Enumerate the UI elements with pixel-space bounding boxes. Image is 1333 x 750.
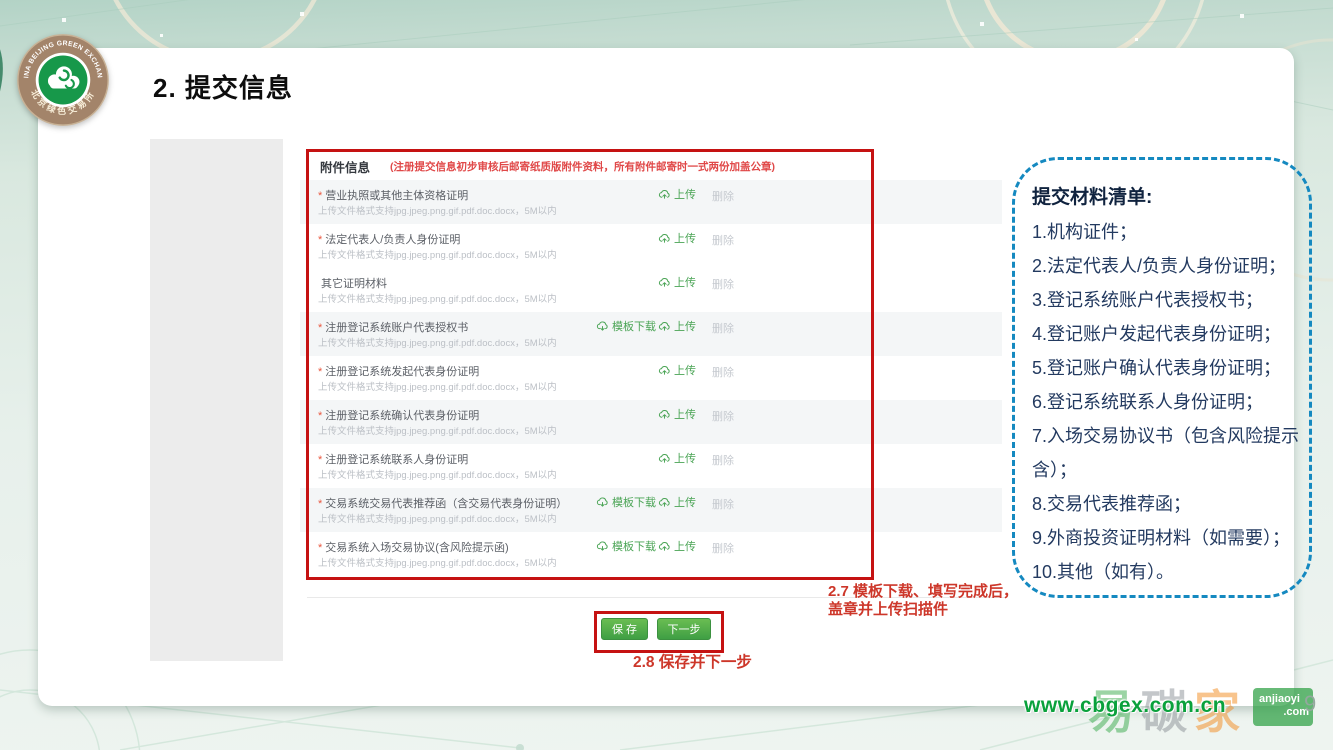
cloud-upload-icon xyxy=(658,188,671,201)
materials-checklist: 提交材料清单: 1.机构证件；2.法定代表人/负责人身份证明；3.登记系统账户代… xyxy=(1012,157,1312,598)
checklist-items: 1.机构证件；2.法定代表人/负责人身份证明；3.登记系统账户代表授权书；4.登… xyxy=(1032,215,1299,589)
delete-button[interactable]: 删除 xyxy=(712,540,734,556)
upload-format-hint: 上传文件格式支持jpg.jpeg.png.gif.pdf.doc.docx，5M… xyxy=(318,335,557,349)
upload-button[interactable]: 上传 xyxy=(658,538,696,554)
attachment-row: *营业执照或其他主体资格证明 上传文件格式支持jpg.jpeg.png.gif.… xyxy=(300,180,1002,224)
attachment-section-note: (注册提交信息初步审核后邮寄纸质版附件资料，所有附件邮寄时一式两份加盖公章) xyxy=(390,159,775,174)
required-asterisk: * xyxy=(318,234,322,246)
required-asterisk: * xyxy=(318,190,322,202)
attachment-row: *注册登记系统发起代表身份证明 上传文件格式支持jpg.jpeg.png.gif… xyxy=(300,356,1002,400)
watermark-text-2: .com xyxy=(1259,706,1309,719)
cloud-download-icon xyxy=(596,320,609,333)
cloud-upload-icon xyxy=(658,320,671,333)
attachment-label: 法定代表人/负责人身份证明 xyxy=(325,234,460,246)
upload-button[interactable]: 上传 xyxy=(658,362,696,378)
cloud-download-icon xyxy=(596,496,609,509)
attachment-label: 交易系统交易代表推荐函（含交易代表身份证明） xyxy=(325,498,567,510)
cloud-upload-icon xyxy=(658,276,671,289)
delete-button[interactable]: 删除 xyxy=(712,320,734,336)
upload-format-hint: 上传文件格式支持jpg.jpeg.png.gif.pdf.doc.docx，5M… xyxy=(318,467,557,481)
upload-format-hint: 上传文件格式支持jpg.jpeg.png.gif.pdf.doc.docx，5M… xyxy=(318,247,557,261)
upload-format-hint: 上传文件格式支持jpg.jpeg.png.gif.pdf.doc.docx，5M… xyxy=(318,203,557,217)
required-asterisk: * xyxy=(318,410,322,422)
attachment-label: 其它证明材料 xyxy=(321,278,387,290)
checklist-item: 2.法定代表人/负责人身份证明； xyxy=(1032,249,1299,283)
screenshot-left-panel xyxy=(150,139,283,661)
cloud-upload-icon xyxy=(658,452,671,465)
upload-button[interactable]: 上传 xyxy=(658,230,696,246)
cloud-upload-icon xyxy=(658,496,671,509)
upload-button[interactable]: 上传 xyxy=(658,274,696,290)
cloud-upload-icon xyxy=(658,540,671,553)
checklist-item: 9.外商投资证明材料（如需要）； xyxy=(1032,521,1299,555)
checklist-item: 7.入场交易协议书（包含风险提示含）； xyxy=(1032,419,1299,487)
required-asterisk: * xyxy=(318,322,322,334)
attachment-row: *注册登记系统联系人身份证明 上传文件格式支持jpg.jpeg.png.gif.… xyxy=(300,444,1002,488)
green-exchange-logo: CHINA BEIJING GREEN EXCHANGE 北京绿色交易所 xyxy=(16,33,110,127)
upload-format-hint: 上传文件格式支持jpg.jpeg.png.gif.pdf.doc.docx，5M… xyxy=(318,555,557,569)
annotation-step-2-7-line2: 盖章并上传扫描件 xyxy=(828,601,1040,619)
delete-button[interactable]: 删除 xyxy=(712,188,734,204)
delete-button[interactable]: 删除 xyxy=(712,408,734,424)
attachment-label: 注册登记系统发起代表身份证明 xyxy=(325,366,479,378)
attachment-row: 其它证明材料 上传文件格式支持jpg.jpeg.png.gif.pdf.doc.… xyxy=(300,268,1002,312)
delete-button[interactable]: 删除 xyxy=(712,452,734,468)
upload-button[interactable]: 上传 xyxy=(658,406,696,422)
cloud-download-icon xyxy=(596,540,609,553)
upload-button[interactable]: 上传 xyxy=(658,186,696,202)
watermark-text-1: anjiaoyi xyxy=(1259,693,1309,706)
attachment-label: 营业执照或其他主体资格证明 xyxy=(325,190,468,202)
delete-button[interactable]: 删除 xyxy=(712,232,734,248)
attachment-section-title: 附件信息 xyxy=(320,157,370,176)
cloud-upload-icon xyxy=(658,232,671,245)
presentation-slide: CHINA BEIJING GREEN EXCHANGE 北京绿色交易所 2. … xyxy=(0,0,1333,750)
annotation-step-2-7-line1: 2.7 模板下载、填写完成后， xyxy=(828,583,1040,601)
delete-button[interactable]: 删除 xyxy=(712,364,734,380)
attachment-label: 注册登记系统确认代表身份证明 xyxy=(325,410,479,422)
attachment-row: *法定代表人/负责人身份证明 上传文件格式支持jpg.jpeg.png.gif.… xyxy=(300,224,1002,268)
upload-format-hint: 上传文件格式支持jpg.jpeg.png.gif.pdf.doc.docx，5M… xyxy=(318,423,557,437)
attachment-label: 交易系统入场交易协议(含风险提示函) xyxy=(325,542,508,554)
footer-website-url: www.cbgex.com.cn xyxy=(1024,694,1226,718)
page-title: 2. 提交信息 xyxy=(153,68,293,105)
save-button[interactable]: 保 存 xyxy=(601,618,648,640)
template-download-button[interactable]: 模板下载 xyxy=(596,494,656,510)
checklist-title: 提交材料清单: xyxy=(1032,181,1299,215)
delete-button[interactable]: 删除 xyxy=(712,496,734,512)
page-number: 9 xyxy=(1304,691,1316,717)
upload-button[interactable]: 上传 xyxy=(658,494,696,510)
attachment-row: *交易系统交易代表推荐函（含交易代表身份证明） 上传文件格式支持jpg.jpeg… xyxy=(300,488,1002,532)
cloud-upload-icon xyxy=(658,364,671,377)
upload-format-hint: 上传文件格式支持jpg.jpeg.png.gif.pdf.doc.docx，5M… xyxy=(318,379,557,393)
annotation-step-2-7: 2.7 模板下载、填写完成后， 盖章并上传扫描件 xyxy=(828,583,1040,619)
upload-format-hint: 上传文件格式支持jpg.jpeg.png.gif.pdf.doc.docx，5M… xyxy=(318,291,557,305)
checklist-item: 1.机构证件； xyxy=(1032,215,1299,249)
required-asterisk: * xyxy=(318,542,322,554)
attachment-rows: *营业执照或其他主体资格证明 上传文件格式支持jpg.jpeg.png.gif.… xyxy=(300,180,1002,576)
checklist-item: 3.登记系统账户代表授权书； xyxy=(1032,283,1299,317)
delete-button[interactable]: 删除 xyxy=(712,276,734,292)
required-asterisk: * xyxy=(318,454,322,466)
attachment-row: *注册登记系统确认代表身份证明 上传文件格式支持jpg.jpeg.png.gif… xyxy=(300,400,1002,444)
attachment-label: 注册登记系统账户代表授权书 xyxy=(325,322,468,334)
cloud-upload-icon xyxy=(658,408,671,421)
checklist-item: 10.其他（如有）。 xyxy=(1032,555,1299,589)
annotation-step-2-8: 2.8 保存并下一步 xyxy=(633,650,752,672)
attachment-row: *注册登记系统账户代表授权书 上传文件格式支持jpg.jpeg.png.gif.… xyxy=(300,312,1002,356)
checklist-item: 5.登记账户确认代表身份证明； xyxy=(1032,351,1299,385)
next-step-button[interactable]: 下一步 xyxy=(657,618,711,640)
required-asterisk: * xyxy=(318,366,322,378)
attachment-label: 注册登记系统联系人身份证明 xyxy=(325,454,468,466)
upload-button[interactable]: 上传 xyxy=(658,318,696,334)
checklist-item: 4.登记账户发起代表身份证明； xyxy=(1032,317,1299,351)
upload-button[interactable]: 上传 xyxy=(658,450,696,466)
template-download-button[interactable]: 模板下载 xyxy=(596,318,656,334)
attachment-row: *交易系统入场交易协议(含风险提示函) 上传文件格式支持jpg.jpeg.png… xyxy=(300,532,1002,576)
checklist-item: 8.交易代表推荐函； xyxy=(1032,487,1299,521)
required-asterisk: * xyxy=(318,498,322,510)
checklist-item: 6.登记系统联系人身份证明； xyxy=(1032,385,1299,419)
upload-format-hint: 上传文件格式支持jpg.jpeg.png.gif.pdf.doc.docx，5M… xyxy=(318,511,557,525)
template-download-button[interactable]: 模板下载 xyxy=(596,538,656,554)
